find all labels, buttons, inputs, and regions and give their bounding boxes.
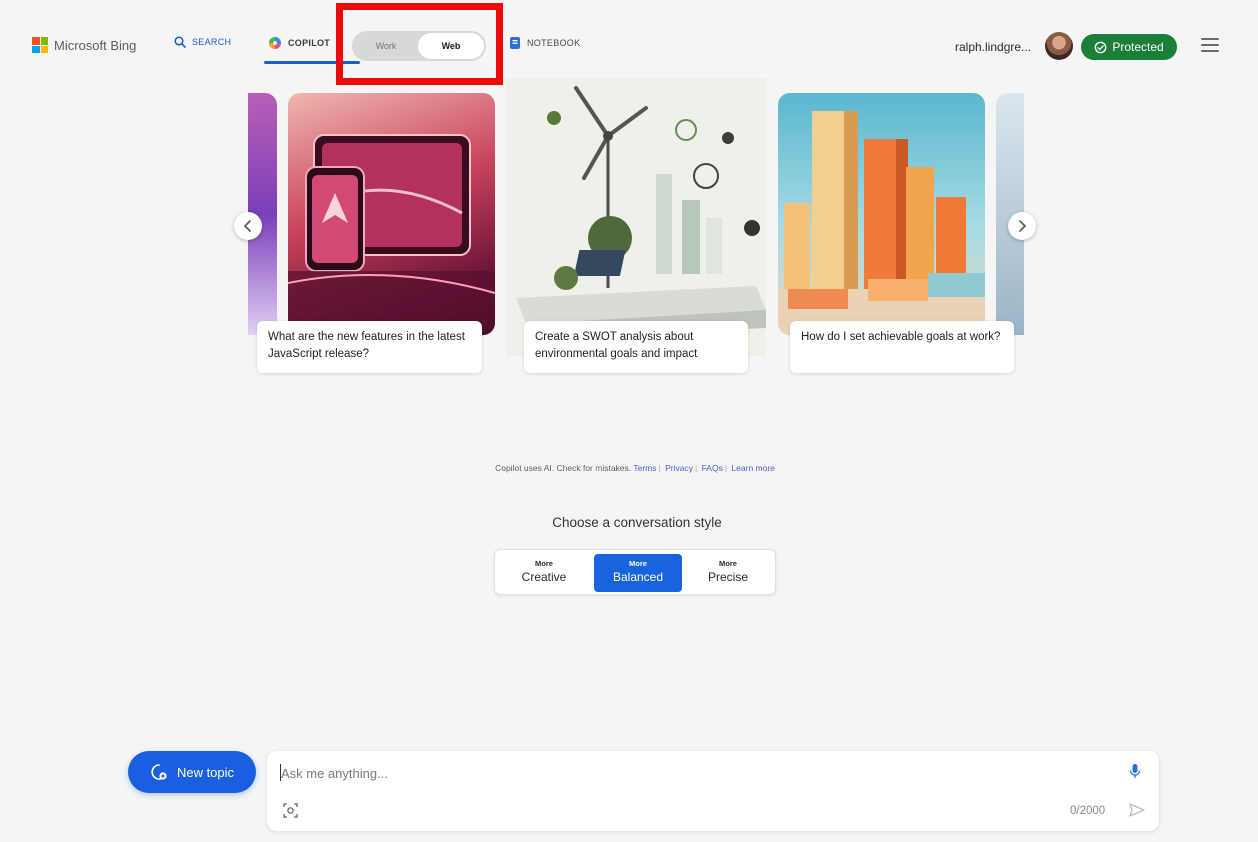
devices-illustration <box>288 134 495 335</box>
style-prefix: More <box>535 559 553 568</box>
chat-input[interactable] <box>281 761 1101 785</box>
tab-copilot-label: COPILOT <box>288 38 331 48</box>
image-scan-icon <box>283 803 298 818</box>
conversation-style-selector: More Creative More Balanced More Precise <box>494 549 776 595</box>
top-header: Microsoft Bing SEARCH COPILOT Work Web N… <box>0 0 1258 85</box>
new-topic-button[interactable]: New topic <box>128 751 256 793</box>
ai-disclaimer: Copilot uses AI. Check for mistakes. Ter… <box>495 463 775 473</box>
microsoft-logo-icon <box>32 37 48 53</box>
style-label: Balanced <box>612 570 664 584</box>
chevron-right-icon <box>1019 220 1027 232</box>
avatar[interactable] <box>1045 32 1073 60</box>
protected-badge[interactable]: Protected <box>1081 34 1177 60</box>
tab-search-label: SEARCH <box>192 37 232 47</box>
tab-copilot[interactable]: COPILOT <box>268 36 330 50</box>
visual-search-button[interactable] <box>283 803 298 823</box>
copilot-logo-icon <box>269 37 281 49</box>
tab-notebook[interactable]: NOTEBOOK <box>509 36 580 50</box>
carousel-next-button[interactable] <box>1008 212 1036 240</box>
style-prefix: More <box>629 559 647 568</box>
microphone-button[interactable] <box>1129 763 1141 784</box>
send-button[interactable] <box>1129 803 1145 822</box>
notebook-icon <box>510 37 520 49</box>
terms-link[interactable]: Terms <box>633 463 656 473</box>
prompt-carousel: What are the new features in the latest … <box>248 78 1024 378</box>
carousel-prev-button[interactable] <box>234 212 262 240</box>
chat-composer: 0/2000 <box>267 751 1159 831</box>
microphone-icon <box>1129 764 1141 778</box>
style-precise-button[interactable]: More Precise <box>684 554 772 592</box>
send-icon <box>1129 803 1145 817</box>
wind-turbine-illustration <box>506 78 766 356</box>
style-creative-button[interactable]: More Creative <box>500 554 588 592</box>
new-topic-label: New topic <box>176 764 235 780</box>
carousel-caption-swot[interactable]: Create a SWOT analysis about environment… <box>524 321 748 373</box>
highlight-box <box>336 3 503 85</box>
tab-notebook-label: NOTEBOOK <box>527 38 581 48</box>
tab-search[interactable]: SEARCH <box>174 36 231 48</box>
style-balanced-button[interactable]: More Balanced <box>594 554 682 592</box>
bing-logo[interactable]: Microsoft Bing <box>32 37 136 53</box>
hamburger-menu-icon[interactable] <box>1201 38 1219 52</box>
style-label: Precise <box>707 570 748 584</box>
user-name[interactable]: ralph.lindgre... <box>955 40 1031 54</box>
bar-blocks-illustration <box>778 111 985 335</box>
carousel-caption-goals[interactable]: How do I set achievable goals at work? <box>790 321 1014 373</box>
new-chat-icon <box>151 764 167 780</box>
carousel-caption-javascript[interactable]: What are the new features in the latest … <box>257 321 482 373</box>
style-prefix: More <box>719 559 737 568</box>
learn-more-link[interactable]: Learn more <box>731 463 774 473</box>
brand-name: Microsoft Bing <box>54 37 137 53</box>
shield-check-icon <box>1094 41 1107 53</box>
protected-label: Protected <box>1112 40 1164 54</box>
privacy-link[interactable]: Privacy <box>665 463 693 473</box>
chevron-left-icon <box>243 220 251 232</box>
faqs-link[interactable]: FAQs <box>702 463 723 473</box>
carousel-card-goals[interactable] <box>778 93 985 335</box>
disclaimer-text: Copilot uses AI. Check for mistakes. <box>495 463 632 473</box>
search-icon <box>174 36 186 48</box>
style-label: Creative <box>521 570 567 584</box>
char-counter: 0/2000 <box>1070 805 1106 817</box>
carousel-card-javascript[interactable] <box>288 93 495 335</box>
carousel-card-swot[interactable] <box>506 78 766 356</box>
conversation-style-title: Choose a conversation style <box>552 515 722 530</box>
